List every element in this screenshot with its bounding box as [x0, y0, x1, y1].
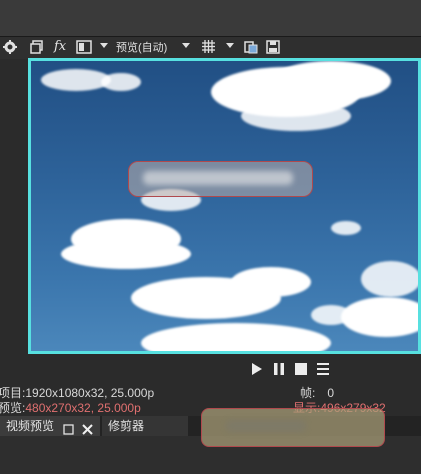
preview-mode-dropdown-arrow-icon[interactable]	[100, 43, 108, 59]
cloud	[271, 61, 391, 101]
project-value: 1920x1080x32, 25.000p	[25, 386, 155, 400]
preview-label: 预览:	[0, 401, 26, 415]
grid-icon[interactable]	[202, 40, 215, 56]
copy-icon[interactable]	[30, 40, 44, 56]
cloud	[231, 267, 311, 297]
project-label: 项目:	[0, 386, 26, 400]
close-icon[interactable]	[82, 420, 94, 435]
paste-icon[interactable]	[244, 40, 258, 56]
tab-video-preview[interactable]: 视频预览	[0, 416, 100, 436]
menu-icon[interactable]	[316, 362, 330, 376]
transport-controls	[250, 360, 330, 378]
cloud	[241, 101, 351, 131]
cloud	[61, 239, 191, 269]
cloud	[311, 305, 351, 325]
tab-video-preview-label: 视频预览	[6, 419, 55, 433]
video-preview-canvas[interactable]	[28, 58, 421, 354]
tab-clipper-label: 修剪器	[108, 419, 145, 433]
project-info: 项目:1920x1080x32, 25.000p	[0, 386, 154, 400]
cloud	[331, 221, 361, 235]
play-icon[interactable]	[250, 362, 264, 376]
frame-value: 0	[327, 386, 335, 400]
grid-dropdown-arrow-icon[interactable]	[226, 43, 234, 59]
gear-icon[interactable]	[3, 40, 17, 56]
preview-toolbar: fx 预览(自动)	[0, 37, 421, 59]
pause-icon[interactable]	[272, 362, 286, 376]
frame-label: 帧:	[300, 386, 316, 400]
maximize-icon[interactable]	[63, 420, 75, 435]
cloud	[361, 261, 418, 297]
stop-icon[interactable]	[294, 362, 308, 376]
cloud	[341, 297, 418, 337]
preview-value: 480x270x32, 25.000p	[25, 401, 141, 415]
split-view-icon[interactable]	[76, 40, 92, 56]
redacted-overlay	[128, 161, 313, 197]
cloud	[141, 323, 331, 351]
video-preview-window: fx 预览(自动) 项目:1920x1080x32, 25.000p 预览:48…	[0, 0, 421, 474]
cloud	[101, 73, 141, 91]
chevron-down-icon[interactable]	[182, 43, 190, 59]
save-icon[interactable]	[266, 40, 280, 56]
preview-quality-select[interactable]: 预览(自动)	[116, 40, 167, 56]
frame-info: 帧: 0	[300, 386, 334, 400]
window-top-strip	[0, 0, 421, 36]
fx-icon[interactable]: fx	[54, 39, 66, 55]
tab-clipper[interactable]: 修剪器	[102, 416, 188, 436]
preview-info: 预览:480x270x32, 25.000p	[0, 401, 141, 415]
redacted-overlay	[201, 408, 385, 447]
